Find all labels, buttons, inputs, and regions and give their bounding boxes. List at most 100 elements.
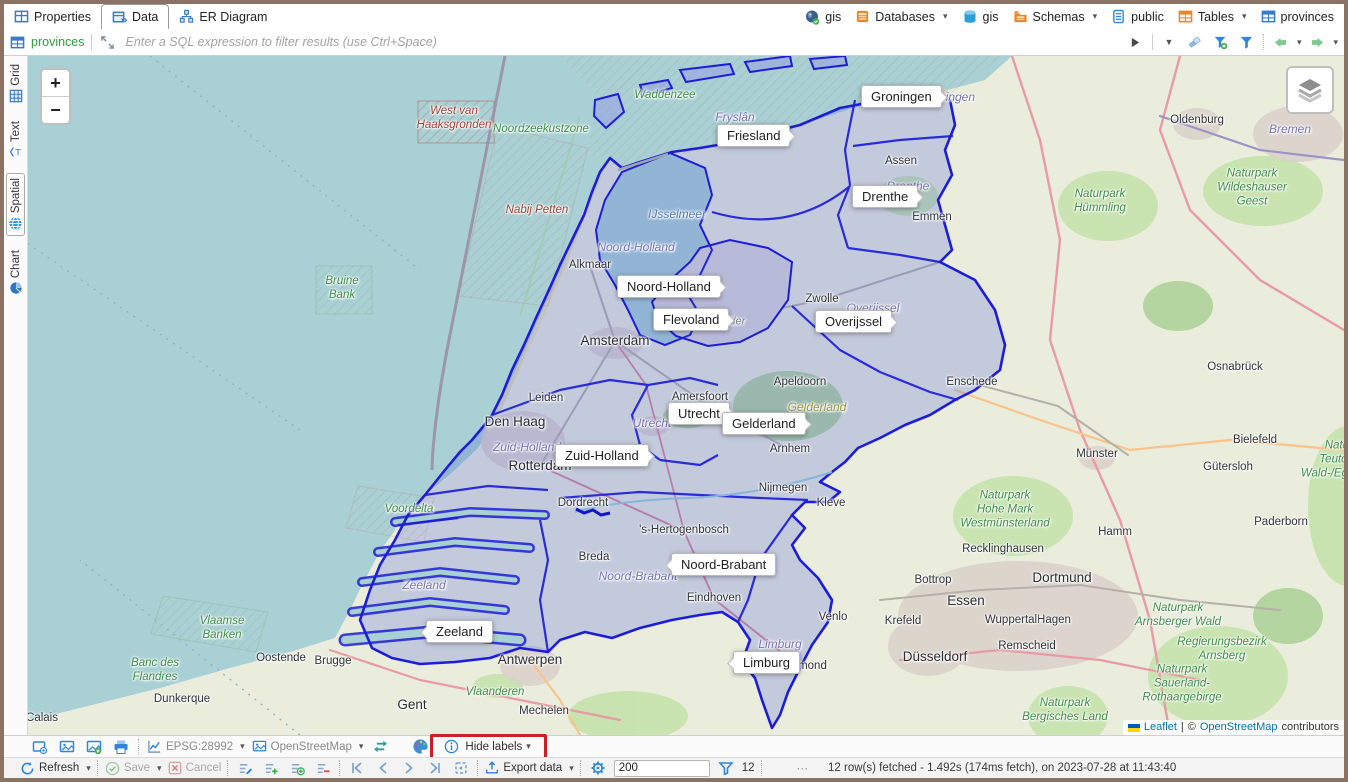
eraser-icon[interactable] [1185, 32, 1205, 52]
first-page-icon[interactable] [347, 758, 367, 778]
tab-label: Properties [34, 10, 91, 24]
osm-link[interactable]: OpenStreetMap [1200, 721, 1278, 733]
vtab-label: Text [10, 121, 22, 142]
database-blue-icon [962, 9, 978, 25]
export-label: Export data [503, 762, 562, 774]
refresh-icon [20, 761, 35, 776]
divider [1152, 34, 1153, 50]
fetch-segment-icon[interactable] [716, 758, 736, 778]
tab-label: Data [132, 10, 158, 24]
table-name: provinces [1281, 10, 1335, 24]
hide-labels-wrap: Hide labels ▾ [437, 737, 534, 757]
result-set-status-bar: Refresh Save Cancel Export data 12 [4, 757, 1344, 778]
divider [138, 739, 140, 755]
filter-history-dropdown[interactable]: ▼ [1159, 32, 1179, 52]
layers-control[interactable] [1286, 66, 1334, 114]
fetch-status-text: 12 row(s) fetched - 1.492s (174ms fetch)… [828, 762, 1176, 774]
export-data-button[interactable]: Export data [485, 761, 573, 775]
table-blue-icon [1261, 9, 1276, 24]
dbeaver-window: Properties Data ER Diagram gis Databases… [0, 0, 1348, 782]
leaflet-link[interactable]: Leaflet [1144, 721, 1177, 733]
prev-page-icon[interactable] [373, 758, 393, 778]
edit-row-icon[interactable] [235, 758, 255, 778]
data-table-icon [112, 10, 127, 25]
nav-forward-dropdown[interactable]: ▾ [1333, 37, 1338, 48]
presentation-switcher: Grid Text T Spatial Chart [4, 56, 28, 778]
fetch-all-icon[interactable] [451, 758, 471, 778]
tab-chart[interactable]: Chart [8, 246, 24, 299]
add-row-icon[interactable] [261, 758, 281, 778]
save-filter-icon[interactable] [1211, 32, 1231, 52]
table-selector[interactable]: provinces [1261, 9, 1335, 24]
view-picture-icon[interactable] [57, 737, 77, 757]
crs-chart-icon [147, 739, 162, 754]
copy-as-picture-icon[interactable] [30, 737, 50, 757]
connection-selector[interactable]: gis [804, 9, 841, 25]
database-name: gis [983, 10, 999, 24]
delete-row-icon[interactable] [313, 758, 333, 778]
save-picture-icon[interactable] [84, 737, 104, 757]
tab-grid[interactable]: Grid [8, 60, 24, 107]
sql-filter-input[interactable] [124, 34, 1120, 50]
nav-forward-icon[interactable] [1307, 32, 1327, 52]
zoom-in-button[interactable]: + [42, 70, 69, 97]
tab-text[interactable]: Text T [8, 117, 24, 163]
nav-back-icon[interactable] [1271, 32, 1291, 52]
cancel-button[interactable]: Cancel [168, 761, 222, 775]
editor-tab-bar: Properties Data ER Diagram gis Databases… [4, 4, 1344, 30]
ukraine-flag-icon [1128, 723, 1140, 731]
custom-filter-icon[interactable] [1237, 32, 1257, 52]
duplicate-row-icon[interactable] [287, 758, 307, 778]
er-diagram-icon [179, 9, 194, 24]
refresh-button[interactable]: Refresh [20, 761, 91, 776]
cancel-label: Cancel [186, 762, 222, 774]
grid-icon [9, 89, 23, 103]
flip-coordinates-icon[interactable] [370, 737, 390, 757]
databases-dropdown[interactable]: Databases [855, 9, 947, 24]
copyright-symbol: © [1188, 721, 1196, 733]
basemap-label: OpenStreetMap [271, 741, 352, 753]
basemap-selector[interactable]: OpenStreetMap [252, 739, 364, 754]
database-selector[interactable]: gis [962, 9, 999, 25]
entity-name: provinces [31, 35, 85, 49]
hide-labels-dropdown[interactable]: ▾ [526, 741, 531, 752]
print-icon[interactable] [111, 737, 131, 757]
tab-data[interactable]: Data [101, 4, 169, 30]
schema-selector[interactable]: public [1111, 9, 1164, 24]
palette-icon[interactable] [410, 737, 430, 757]
toolbar-overflow[interactable]: ⋯ [797, 761, 809, 775]
apply-filter-icon[interactable] [1126, 32, 1146, 52]
save-check-icon [105, 761, 120, 776]
vtab-label: Chart [10, 250, 22, 278]
vtab-label: Grid [10, 64, 22, 86]
hide-labels-button[interactable]: Hide labels [465, 741, 522, 753]
zoom-out-button[interactable]: − [42, 97, 69, 123]
spatial-map-viewport[interactable]: OldenburgBremenAssenEmmenAlkmaarAmsterda… [28, 56, 1344, 735]
divider [477, 760, 479, 776]
zoom-control: + − [40, 68, 71, 125]
tab-er-diagram[interactable]: ER Diagram [169, 4, 277, 29]
fetch-size-input[interactable] [614, 760, 710, 777]
tab-spatial[interactable]: Spatial [6, 173, 25, 236]
nav-back-dropdown[interactable]: ▾ [1297, 37, 1302, 48]
tab-label: ER Diagram [199, 10, 267, 24]
postgres-icon [804, 9, 820, 25]
crs-label: EPSG:28992 [166, 741, 233, 753]
tab-properties[interactable]: Properties [4, 4, 101, 29]
expand-filter-icon[interactable] [98, 32, 118, 52]
divider [580, 760, 582, 776]
schemas-dropdown[interactable]: Schemas [1013, 9, 1098, 24]
info-icon [441, 737, 461, 757]
crs-selector[interactable]: EPSG:28992 [147, 739, 245, 754]
globe-icon [8, 216, 23, 231]
save-label: Save [124, 762, 150, 774]
attribution-suffix: contributors [1282, 721, 1339, 733]
schema-folder-icon [1013, 9, 1028, 24]
spatial-toolbar: EPSG:28992 OpenStreetMap Hide labels ▾ [4, 735, 1344, 757]
tables-dropdown[interactable]: Tables [1178, 9, 1247, 24]
save-button[interactable]: Save [105, 761, 162, 776]
settings-gear-icon[interactable] [588, 758, 608, 778]
next-page-icon[interactable] [399, 758, 419, 778]
text-icon: T [9, 145, 23, 159]
last-page-icon[interactable] [425, 758, 445, 778]
